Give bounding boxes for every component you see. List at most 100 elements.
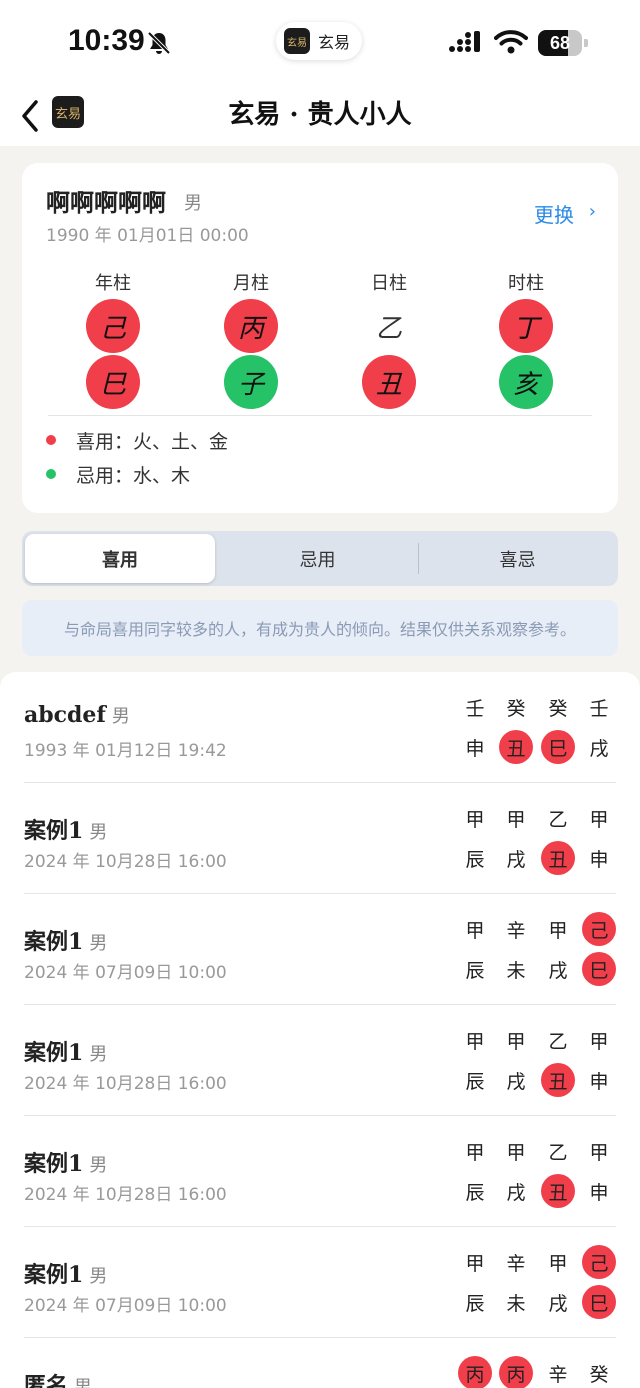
pillar-hour: 时柱 丁 亥 bbox=[494, 269, 558, 409]
stem-char: 丙 bbox=[458, 1356, 492, 1388]
pillar-branch: 子 bbox=[224, 355, 278, 409]
unfavorable-legend: 忌用：水、木 bbox=[46, 461, 190, 487]
branch-char: 丑 bbox=[541, 1063, 575, 1097]
branch-char: 丑 bbox=[541, 1174, 575, 1208]
favorable-elements: 喜用：火、土、金 bbox=[76, 430, 229, 453]
dynamic-island-app-pill[interactable]: 玄易 玄易 bbox=[276, 22, 363, 60]
back-icon[interactable] bbox=[14, 94, 48, 138]
stem-char: 甲 bbox=[589, 1141, 609, 1164]
branch-char: 戌 bbox=[589, 737, 609, 760]
chevron-right-icon[interactable]: › bbox=[589, 201, 596, 222]
person-gender: 男 bbox=[89, 1266, 108, 1287]
branch-char: 丑 bbox=[541, 841, 575, 875]
person-name: abcdef 男 bbox=[24, 702, 130, 728]
list-item[interactable]: 匿名男丙丙辛癸 bbox=[0, 1338, 640, 1388]
tab-unfavorable[interactable]: 忌用 bbox=[220, 534, 415, 583]
person-gender: 男 bbox=[89, 1155, 108, 1176]
tab-favorable[interactable]: 喜用 bbox=[25, 534, 215, 583]
pillar-year: 年柱 己 巳 bbox=[81, 269, 145, 409]
branch-char: 戌 bbox=[506, 1181, 526, 1204]
pillar-month: 月柱 丙 子 bbox=[219, 269, 283, 409]
cellular-signal-icon bbox=[449, 31, 480, 52]
list-item[interactable]: 案例1 男 2024 年 10月28日 16:00 甲甲乙甲辰戌丑申 bbox=[0, 1005, 640, 1116]
stem-char: 甲 bbox=[465, 1030, 485, 1053]
profile-gender: 男 bbox=[184, 193, 202, 214]
app-pill-label: 玄易 bbox=[318, 33, 351, 52]
stem-char: 癸 bbox=[589, 1363, 609, 1386]
pillar-branch: 丑 bbox=[362, 355, 416, 409]
battery-icon: 68 bbox=[538, 30, 588, 56]
branch-char: 未 bbox=[506, 959, 526, 982]
person-gender: 男 bbox=[74, 1377, 93, 1388]
red-dot-icon bbox=[46, 435, 56, 445]
profile-card: 啊啊啊啊啊 男 1990 年 01月01日 00:00 更换 › 年柱 己 巳 … bbox=[22, 163, 618, 513]
branch-char: 戌 bbox=[506, 848, 526, 871]
branch-char: 辰 bbox=[465, 959, 485, 982]
stem-char: 壬 bbox=[589, 697, 609, 720]
person-name-text: 案例1 bbox=[24, 1151, 84, 1177]
stem-char: 辛 bbox=[548, 1363, 568, 1386]
tab-both[interactable]: 喜忌 bbox=[420, 534, 615, 583]
pillar-branch: 巳 bbox=[86, 355, 140, 409]
info-notice: 与命局喜用同字较多的人，有成为贵人的倾向。结果仅供关系观察参考。 bbox=[22, 600, 618, 656]
stem-char: 甲 bbox=[465, 919, 485, 942]
branch-char: 申 bbox=[465, 737, 485, 760]
stem-char: 甲 bbox=[465, 1141, 485, 1164]
stem-char: 甲 bbox=[548, 919, 568, 942]
list-item[interactable]: 案例1 男 2024 年 07月09日 10:00 甲辛甲己辰未戌巳 bbox=[0, 894, 640, 1005]
branch-char: 巳 bbox=[541, 730, 575, 764]
person-birth-date: 1993 年 01月12日 19:42 bbox=[24, 741, 227, 761]
stem-char: 甲 bbox=[506, 1141, 526, 1164]
profile-name: 啊啊啊啊啊 bbox=[46, 188, 166, 217]
bell-muted-icon bbox=[147, 31, 171, 55]
app-logo-icon: 玄易 bbox=[284, 28, 310, 54]
person-name-text: 案例1 bbox=[24, 929, 84, 955]
branch-char: 戌 bbox=[548, 959, 568, 982]
person-name: 匿名男 bbox=[24, 1368, 92, 1388]
change-profile-button[interactable]: 更换 bbox=[534, 199, 574, 228]
branch-char: 辰 bbox=[465, 1070, 485, 1093]
person-name: 案例1 男 bbox=[24, 1257, 107, 1289]
status-bar: 10:39 玄易 玄易 68 bbox=[0, 0, 640, 86]
pillar-stem: 丙 bbox=[224, 299, 278, 353]
branch-char: 丑 bbox=[499, 730, 533, 764]
branch-char: 申 bbox=[589, 848, 609, 871]
filter-tabs: 喜用 忌用 喜忌 bbox=[22, 531, 618, 586]
stem-char: 甲 bbox=[465, 808, 485, 831]
branch-char: 辰 bbox=[465, 848, 485, 871]
stem-char: 甲 bbox=[465, 1252, 485, 1275]
person-name-text: 案例1 bbox=[24, 1040, 84, 1066]
stem-char: 乙 bbox=[548, 1030, 568, 1053]
stem-char: 甲 bbox=[589, 808, 609, 831]
stem-char: 甲 bbox=[589, 1030, 609, 1053]
branch-char: 申 bbox=[589, 1070, 609, 1093]
branch-char: 辰 bbox=[465, 1292, 485, 1315]
list-item[interactable]: 案例1 男 2024 年 07月09日 10:00 甲辛甲己辰未戌巳 bbox=[0, 1227, 640, 1338]
stem-char: 甲 bbox=[506, 1030, 526, 1053]
pillar-stem: 乙 bbox=[375, 313, 402, 344]
branch-char: 辰 bbox=[465, 1181, 485, 1204]
person-gender: 男 bbox=[89, 822, 108, 843]
person-name: 案例1 男 bbox=[24, 924, 107, 956]
favorable-legend: 喜用：火、土、金 bbox=[46, 427, 228, 453]
nav-bar: 玄易 玄易 · 贵人小人 bbox=[0, 86, 640, 146]
page-title: 玄易 · 贵人小人 bbox=[228, 100, 412, 130]
stem-char: 乙 bbox=[548, 808, 568, 831]
stem-char: 己 bbox=[582, 912, 616, 946]
pillar-label: 月柱 bbox=[233, 273, 269, 294]
person-gender: 男 bbox=[89, 1044, 108, 1065]
person-name: 案例1 男 bbox=[24, 1035, 107, 1067]
list-item[interactable]: abcdef 男 1993 年 01月12日 19:42 壬癸癸壬申丑巳戌 bbox=[0, 672, 640, 783]
branch-char: 戌 bbox=[548, 1292, 568, 1315]
stem-char: 己 bbox=[582, 1245, 616, 1279]
pillar-label: 时柱 bbox=[508, 273, 544, 294]
list-item[interactable]: 案例1 男 2024 年 10月28日 16:00 甲甲乙甲辰戌丑申 bbox=[0, 783, 640, 894]
person-gender: 男 bbox=[111, 706, 130, 727]
list-item[interactable]: 案例1 男 2024 年 10月28日 16:00 甲甲乙甲辰戌丑申 bbox=[0, 1116, 640, 1227]
pillar-stem: 己 bbox=[86, 299, 140, 353]
profile-birth-date: 1990 年 01月01日 00:00 bbox=[46, 226, 249, 246]
person-name-text: 案例1 bbox=[24, 1262, 84, 1288]
pillar-branch: 亥 bbox=[499, 355, 553, 409]
branch-char: 巳 bbox=[582, 952, 616, 986]
tab-divider bbox=[418, 543, 419, 574]
